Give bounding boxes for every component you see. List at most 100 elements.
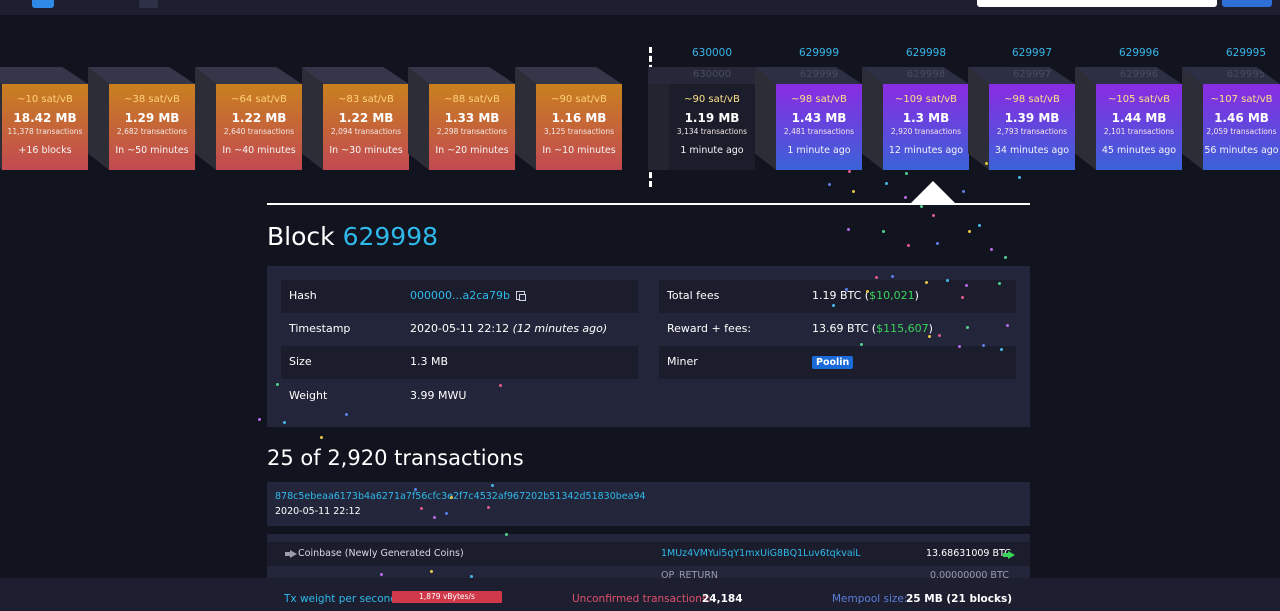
- logo-icon[interactable]: [32, 0, 54, 8]
- mined-block[interactable]: 629997 ~98 sat/vB 1.39 MB 2,793 transact…: [968, 67, 1075, 170]
- block-tx-count: 2,793 transactions: [996, 127, 1068, 136]
- particle: [283, 421, 286, 424]
- particle: [433, 516, 436, 519]
- block-eta: +16 blocks: [18, 145, 72, 156]
- particle: [920, 205, 923, 208]
- particle: [499, 384, 502, 387]
- detail-label: Timestamp: [289, 322, 351, 335]
- particle: [860, 343, 863, 346]
- block-eta: In ~20 minutes: [435, 145, 509, 156]
- particle: [414, 488, 417, 491]
- block-height-link[interactable]: 630000: [669, 47, 755, 59]
- block-eta: In ~10 minutes: [542, 145, 616, 156]
- total-fees-close: ): [914, 289, 919, 302]
- block-tx-count: 2,640 transactions: [223, 127, 295, 136]
- particle: [928, 335, 931, 338]
- mempool-block[interactable]: ~90 sat/vB 1.16 MB 3,125 transactions In…: [515, 67, 622, 170]
- block-height-link[interactable]: 629995: [1203, 47, 1280, 59]
- block-fee: ~64 sat/vB: [231, 94, 287, 105]
- nav-tab[interactable]: [139, 0, 158, 8]
- block-eta: In ~50 minutes: [115, 145, 189, 156]
- copy-icon[interactable]: [516, 291, 526, 301]
- particle: [848, 170, 851, 173]
- top-navbar: [0, 0, 1280, 15]
- mined-block-selected[interactable]: 629998 ~109 sat/vB 1.3 MB 2,920 transact…: [862, 67, 969, 170]
- logo-wordmark[interactable]: [60, 0, 115, 6]
- detail-value-miner: Poolin: [812, 355, 854, 369]
- nav-link[interactable]: [330, 0, 390, 6]
- block-hash-link[interactable]: 000000...a2ca79b: [410, 289, 510, 302]
- particle: [828, 183, 831, 186]
- txid-link[interactable]: 878c5ebeaa6173b4a6271a7f56cfc3e2f7c4532a…: [275, 491, 646, 502]
- block-tx-count: 2,682 transactions: [116, 127, 188, 136]
- search-input[interactable]: [977, 0, 1217, 7]
- block-height-link[interactable]: 629997: [989, 47, 1075, 59]
- particle: [990, 248, 993, 251]
- block-height-link[interactable]: 629996: [1096, 47, 1182, 59]
- block-fee: ~83 sat/vB: [338, 94, 394, 105]
- mined-block[interactable]: 629996 ~105 sat/vB 1.44 MB 2,101 transac…: [1075, 67, 1182, 170]
- particle: [345, 413, 348, 416]
- output-arrow-icon[interactable]: [1003, 551, 1015, 559]
- particle: [905, 172, 908, 175]
- mempool-block[interactable]: ~38 sat/vB 1.29 MB 2,682 transactions In…: [88, 67, 195, 170]
- output-address-link[interactable]: 1MUz4VMYui5qY1mxUiG8BQ1Luv6tqkvaiL: [661, 548, 861, 559]
- block-age: 1 minute ago: [787, 145, 851, 156]
- particle: [958, 345, 961, 348]
- particle: [885, 182, 888, 185]
- mempool-block[interactable]: ~10 sat/vB 18.42 MB 11,378 transactions …: [0, 67, 88, 170]
- block-age: 45 minutes ago: [1101, 145, 1177, 156]
- block-height-link[interactable]: 629999: [776, 47, 862, 59]
- search-button[interactable]: [1222, 0, 1272, 7]
- reward-btc: 13.69 BTC (: [812, 322, 877, 335]
- particle: [978, 224, 981, 227]
- block-tx-count: 3,125 transactions: [543, 127, 615, 136]
- timestamp-date: 2020-05-11 22:12: [410, 322, 510, 335]
- particle: [505, 533, 508, 536]
- detail-row-timestamp: Timestamp 2020-05-11 22:12 (12 minutes a…: [281, 313, 638, 346]
- detail-value-reward: 13.69 BTC ($115,607): [812, 322, 933, 335]
- mined-block[interactable]: 630000 ~90 sat/vB 1.19 MB 3,134 transact…: [648, 67, 755, 170]
- detail-label: Reward + fees:: [667, 322, 752, 335]
- particle: [1018, 176, 1021, 179]
- block-height-ghost: 629999: [799, 69, 839, 80]
- total-fees-usd: $10,021: [869, 289, 915, 302]
- particle: [985, 162, 988, 165]
- reward-close: ): [928, 322, 933, 335]
- mined-block[interactable]: 629995 ~107 sat/vB 1.46 MB 2,059 transac…: [1182, 67, 1280, 170]
- block-age: 12 minutes ago: [888, 145, 964, 156]
- tx-input-coinbase: Coinbase (Newly Generated Coins): [298, 548, 464, 559]
- mined-block[interactable]: 629999 ~98 sat/vB 1.43 MB 2,481 transact…: [755, 67, 862, 170]
- particle: [998, 282, 1001, 285]
- particle: [968, 230, 971, 233]
- mempool-block[interactable]: ~88 sat/vB 1.33 MB 2,298 transactions In…: [408, 67, 515, 170]
- particle: [966, 326, 969, 329]
- particle: [420, 507, 423, 510]
- detail-value-hash: 000000...a2ca79b: [410, 289, 526, 302]
- unconfirmed-label: Unconfirmed transactions:: [572, 593, 711, 605]
- block-height-ghost: 629997: [1012, 69, 1052, 80]
- particle: [487, 506, 490, 509]
- particle: [276, 383, 279, 386]
- block-height-link[interactable]: 629998: [883, 47, 969, 59]
- detail-label: Miner: [667, 355, 698, 368]
- particle: [445, 512, 448, 515]
- block-height: 629998: [342, 222, 439, 251]
- detail-value-timestamp: 2020-05-11 22:12 (12 minutes ago): [410, 322, 607, 335]
- tx-weight-label: Tx weight per second:: [284, 593, 401, 605]
- transaction-header: 878c5ebeaa6173b4a6271a7f56cfc3e2f7c4532a…: [267, 482, 1030, 526]
- miner-badge[interactable]: Poolin: [812, 356, 854, 369]
- output-value: 13.68631009 BTC: [926, 548, 1011, 559]
- mempool-block[interactable]: ~83 sat/vB 1.22 MB 2,094 transactions In…: [302, 67, 409, 170]
- particle: [925, 281, 928, 284]
- block-age: 56 minutes ago: [1204, 145, 1279, 156]
- particle: [946, 279, 949, 282]
- input-arrow-icon: [285, 550, 297, 558]
- particle: [832, 304, 835, 307]
- transaction-body: Coinbase (Newly Generated Coins) 1MUz4VM…: [267, 534, 1030, 584]
- block-height-ghost: 630000: [692, 69, 732, 80]
- tx-weight-bar: 1,879 vBytes/s: [392, 591, 502, 603]
- mempool-block[interactable]: ~64 sat/vB 1.22 MB 2,640 transactions In…: [195, 67, 302, 170]
- block-size: 1.29 MB: [124, 111, 180, 125]
- block-tx-count: 2,481 transactions: [783, 127, 855, 136]
